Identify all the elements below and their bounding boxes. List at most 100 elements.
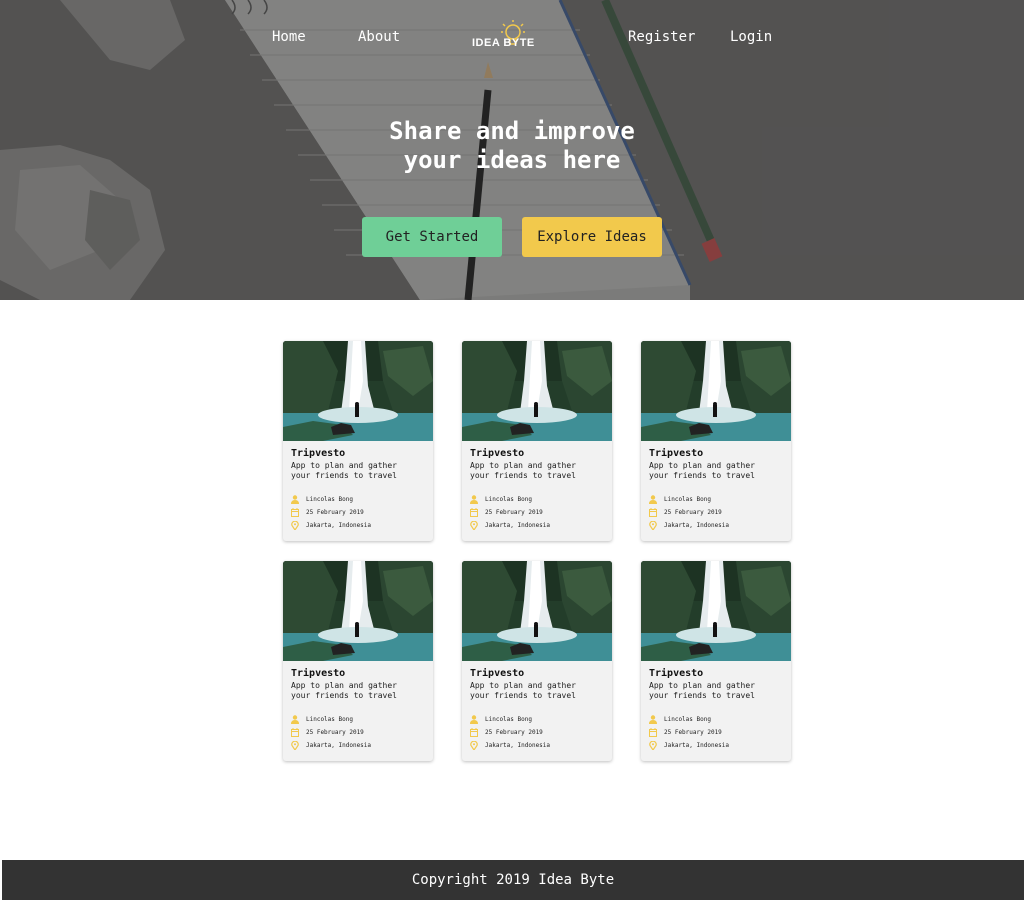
- card-description: App to plan and gather your friends to t…: [470, 681, 610, 701]
- card-author-name: Lincolas Bong: [485, 715, 532, 723]
- user-icon: [470, 714, 478, 724]
- card-date: 25 February 2019: [470, 507, 543, 517]
- card-description-line1: App to plan and gather: [291, 461, 397, 470]
- card-description-line1: App to plan and gather: [470, 461, 576, 470]
- card-description: App to plan and gather your friends to t…: [291, 681, 431, 701]
- location-pin-icon: [649, 740, 657, 750]
- waterfall-image: [641, 561, 791, 661]
- idea-card[interactable]: Tripvesto App to plan and gather your fr…: [462, 561, 612, 761]
- logo[interactable]: IDEA BYTE: [470, 18, 554, 54]
- nav-register-link[interactable]: Register: [628, 29, 695, 45]
- user-icon: [291, 714, 299, 724]
- card-description-line1: App to plan and gather: [291, 681, 397, 690]
- calendar-icon: [470, 507, 478, 517]
- card-title: Tripvesto: [649, 448, 704, 459]
- card-description-line2: your friends to travel: [470, 691, 576, 700]
- card-title: Tripvesto: [291, 668, 346, 679]
- card-date: 25 February 2019: [291, 507, 364, 517]
- card-date: 25 February 2019: [291, 727, 364, 737]
- card-date-text: 25 February 2019: [306, 728, 364, 736]
- user-icon: [470, 494, 478, 504]
- card-author: Lincolas Bong: [291, 714, 353, 724]
- card-location: Jakarta, Indonesia: [649, 740, 729, 750]
- card-author: Lincolas Bong: [470, 494, 532, 504]
- waterfall-image: [283, 561, 433, 661]
- nav-about-link[interactable]: About: [358, 29, 400, 45]
- card-location: Jakarta, Indonesia: [470, 520, 550, 530]
- card-location: Jakarta, Indonesia: [291, 520, 371, 530]
- footer: Copyright 2019 Idea Byte: [2, 860, 1024, 900]
- location-pin-icon: [470, 520, 478, 530]
- idea-card[interactable]: Tripvesto App to plan and gather your fr…: [283, 561, 433, 761]
- card-location-text: Jakarta, Indonesia: [664, 741, 730, 749]
- hero-title-line1: Share and improve: [389, 117, 635, 145]
- calendar-icon: [291, 507, 299, 517]
- calendar-icon: [649, 727, 657, 737]
- card-description-line2: your friends to travel: [649, 691, 755, 700]
- card-author-name: Lincolas Bong: [664, 495, 711, 503]
- location-pin-icon: [649, 520, 657, 530]
- card-author: Lincolas Bong: [649, 494, 711, 504]
- card-title: Tripvesto: [470, 668, 525, 679]
- nav-login-link[interactable]: Login: [730, 29, 772, 45]
- card-date-text: 25 February 2019: [664, 508, 722, 516]
- card-author-name: Lincolas Bong: [485, 495, 532, 503]
- idea-card[interactable]: Tripvesto App to plan and gather your fr…: [462, 341, 612, 541]
- location-pin-icon: [291, 520, 299, 530]
- card-date: 25 February 2019: [470, 727, 543, 737]
- card-location-text: Jakarta, Indonesia: [664, 521, 730, 529]
- waterfall-image: [462, 341, 612, 441]
- nav-home-link[interactable]: Home: [272, 29, 306, 45]
- card-author: Lincolas Bong: [649, 714, 711, 724]
- user-icon: [649, 494, 657, 504]
- user-icon: [649, 714, 657, 724]
- card-author-name: Lincolas Bong: [306, 715, 353, 723]
- card-location: Jakarta, Indonesia: [470, 740, 550, 750]
- card-description-line1: App to plan and gather: [649, 681, 755, 690]
- card-date: 25 February 2019: [649, 507, 722, 517]
- user-icon: [291, 494, 299, 504]
- card-date-text: 25 February 2019: [485, 508, 543, 516]
- location-pin-icon: [291, 740, 299, 750]
- waterfall-image: [283, 341, 433, 441]
- calendar-icon: [291, 727, 299, 737]
- card-title: Tripvesto: [470, 448, 525, 459]
- footer-copyright: Copyright 2019 Idea Byte: [411, 872, 615, 888]
- idea-card[interactable]: Tripvesto App to plan and gather your fr…: [641, 341, 791, 541]
- card-description: App to plan and gather your friends to t…: [291, 461, 431, 481]
- card-description-line1: App to plan and gather: [649, 461, 755, 470]
- card-description: App to plan and gather your friends to t…: [649, 681, 789, 701]
- logo-text: IDEA BYTE: [472, 37, 535, 49]
- card-description-line2: your friends to travel: [291, 471, 397, 480]
- card-description-line2: your friends to travel: [291, 691, 397, 700]
- card-date-text: 25 February 2019: [485, 728, 543, 736]
- hero-title: Share and improve your ideas here: [312, 117, 712, 175]
- waterfall-image: [641, 341, 791, 441]
- card-location-text: Jakarta, Indonesia: [306, 741, 372, 749]
- card-date-text: 25 February 2019: [306, 508, 364, 516]
- get-started-button[interactable]: Get Started: [362, 217, 502, 257]
- explore-ideas-button[interactable]: Explore Ideas: [522, 217, 662, 257]
- card-location-text: Jakarta, Indonesia: [485, 741, 551, 749]
- card-location: Jakarta, Indonesia: [291, 740, 371, 750]
- card-author: Lincolas Bong: [470, 714, 532, 724]
- card-author: Lincolas Bong: [291, 494, 353, 504]
- idea-card[interactable]: Tripvesto App to plan and gather your fr…: [641, 561, 791, 761]
- card-location: Jakarta, Indonesia: [649, 520, 729, 530]
- card-location-text: Jakarta, Indonesia: [306, 521, 372, 529]
- card-author-name: Lincolas Bong: [664, 715, 711, 723]
- calendar-icon: [470, 727, 478, 737]
- idea-card[interactable]: Tripvesto App to plan and gather your fr…: [283, 341, 433, 541]
- card-date: 25 February 2019: [649, 727, 722, 737]
- card-description: App to plan and gather your friends to t…: [649, 461, 789, 481]
- card-location-text: Jakarta, Indonesia: [485, 521, 551, 529]
- card-title: Tripvesto: [649, 668, 704, 679]
- calendar-icon: [649, 507, 657, 517]
- waterfall-image: [462, 561, 612, 661]
- location-pin-icon: [470, 740, 478, 750]
- card-description: App to plan and gather your friends to t…: [470, 461, 610, 481]
- card-description-line1: App to plan and gather: [470, 681, 576, 690]
- hero-banner: Home About IDEA BYTE Register Login Shar…: [0, 0, 1024, 300]
- card-title: Tripvesto: [291, 448, 346, 459]
- hero-title-line2: your ideas here: [403, 146, 621, 174]
